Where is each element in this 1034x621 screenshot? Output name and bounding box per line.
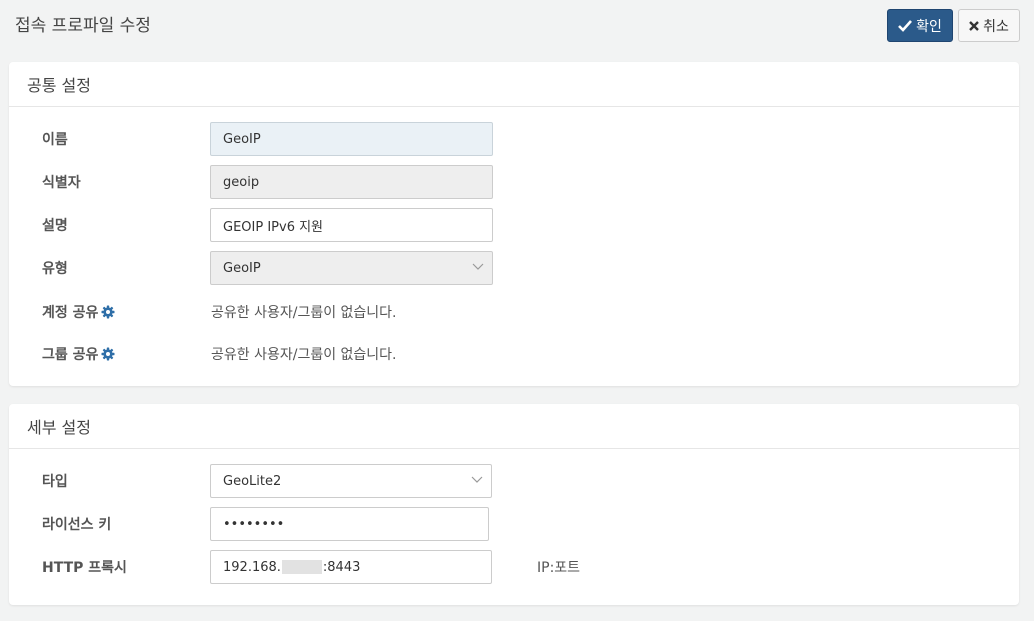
license-key-input[interactable]: ••••••••	[210, 507, 489, 541]
gear-icon[interactable]	[101, 347, 115, 361]
cancel-button[interactable]: 취소	[958, 9, 1020, 42]
redacted-block	[281, 560, 322, 574]
group-share-label: 그룹 공유	[42, 337, 115, 371]
detail-type-select[interactable]: GeoLite2	[210, 464, 492, 498]
type-select[interactable]: GeoIP	[210, 251, 493, 285]
chevron-down-icon	[471, 476, 483, 483]
license-key-row: 라이선스 키 ••••••••	[9, 507, 1019, 541]
confirm-button-label: 확인	[916, 18, 942, 35]
description-input[interactable]: GEOIP IPv6 지원	[210, 208, 493, 242]
type-row: 유형 GeoIP	[9, 251, 1019, 285]
account-share-label-text: 계정 공유	[42, 305, 99, 321]
http-proxy-value-suffix: :8443	[322, 559, 361, 575]
group-share-value: 공유한 사용자/그룹이 없습니다.	[211, 347, 397, 363]
type-label: 유형	[42, 261, 68, 277]
http-proxy-value-prefix: 192.168.	[223, 559, 281, 575]
name-label: 이름	[42, 132, 68, 148]
http-proxy-row: HTTP 프록시 192.168. :8443 IP:포트	[9, 550, 1019, 584]
account-share-value: 공유한 사용자/그룹이 없습니다.	[211, 305, 397, 321]
close-icon	[969, 20, 979, 31]
account-share-label: 계정 공유	[42, 295, 115, 329]
license-key-label: 라이선스 키	[42, 517, 112, 533]
check-icon	[898, 19, 913, 32]
description-label: 설명	[42, 218, 68, 234]
http-proxy-hint: IP:포트	[537, 560, 581, 576]
common-settings-title: 공통 설정	[9, 62, 1019, 107]
http-proxy-input[interactable]: 192.168. :8443	[210, 550, 492, 584]
chevron-down-icon	[472, 263, 484, 270]
common-settings-panel: 공통 설정 이름 GeoIP 식별자 geoip 설명 GEOIP IPv6 지…	[9, 62, 1019, 386]
detail-type-row: 타입 GeoLite2	[9, 464, 1019, 498]
name-row: 이름 GeoIP	[9, 122, 1019, 156]
confirm-button[interactable]: 확인	[887, 9, 953, 42]
name-input[interactable]: GeoIP	[210, 122, 493, 156]
account-share-row: 계정 공유 공유한 사용자/그룹이 없습니다.	[9, 295, 1019, 329]
http-proxy-label: HTTP 프록시	[42, 560, 127, 576]
identifier-input[interactable]: geoip	[210, 165, 493, 199]
cancel-button-label: 취소	[983, 18, 1009, 35]
detail-type-select-value: GeoLite2	[223, 473, 282, 489]
detail-settings-title: 세부 설정	[9, 404, 1019, 449]
gear-icon[interactable]	[101, 305, 115, 319]
page-title: 접속 프로파일 수정	[15, 16, 151, 36]
group-share-label-text: 그룹 공유	[42, 347, 99, 363]
group-share-row: 그룹 공유 공유한 사용자/그룹이 없습니다.	[9, 337, 1019, 371]
detail-type-label: 타입	[42, 474, 68, 490]
description-row: 설명 GEOIP IPv6 지원	[9, 208, 1019, 242]
identifier-label: 식별자	[42, 175, 81, 191]
identifier-row: 식별자 geoip	[9, 165, 1019, 199]
type-select-value: GeoIP	[223, 260, 261, 276]
detail-settings-panel: 세부 설정 타입 GeoLite2 라이선스 키 •••••••• HTTP 프…	[9, 404, 1019, 605]
